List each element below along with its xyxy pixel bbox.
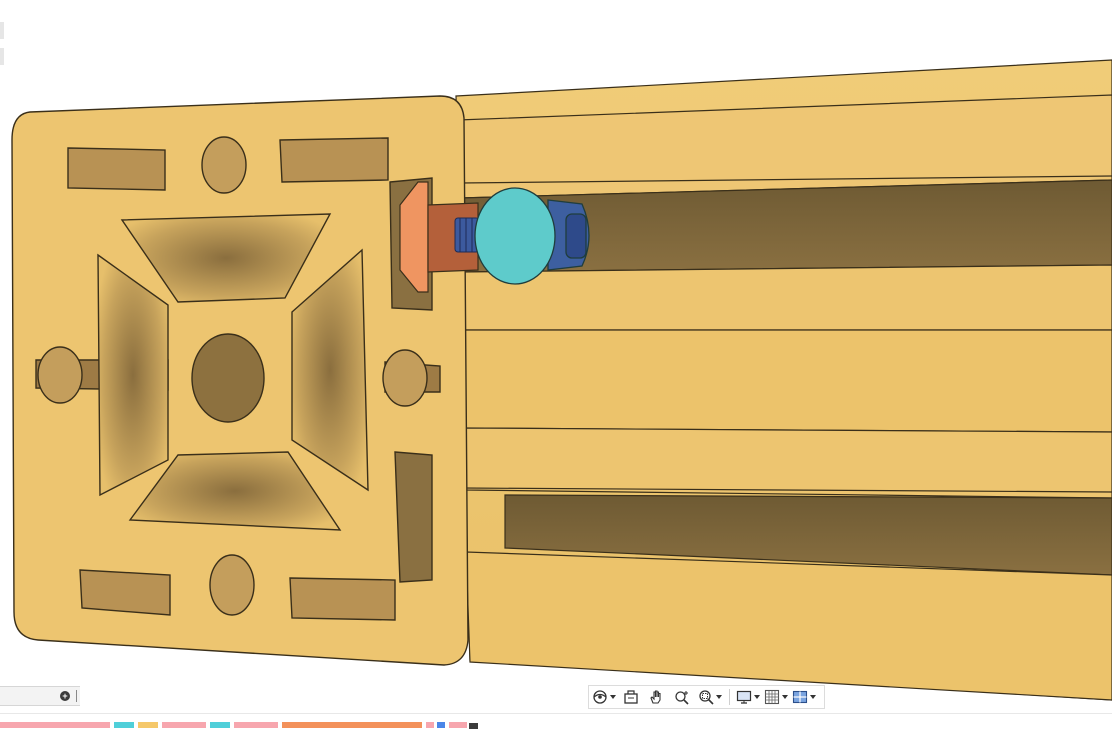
grid-snaps-button[interactable] [762,686,790,708]
toolbar-divider [729,689,730,705]
orbit-button[interactable] [589,686,619,708]
timeline-feature-sketch[interactable] [449,722,467,728]
chevron-down-icon [610,695,616,699]
timeline-feature-joint[interactable] [282,722,422,728]
model-canvas[interactable] [0,0,1112,729]
extrusion-rail[interactable] [455,59,1112,701]
look-at-button[interactable] [619,686,643,708]
pan-button[interactable] [643,686,669,708]
3d-viewport[interactable] [0,0,1112,729]
timeline-feature-body[interactable] [437,722,445,728]
timeline-feature-extrude[interactable] [114,722,134,728]
timeline-feature-sketch[interactable] [0,722,110,728]
timeline [0,713,1112,730]
orbit-icon [592,689,608,705]
chevron-down-icon [782,695,788,699]
viewports-icon [792,689,808,705]
zoom-window-icon [698,689,714,705]
zoom-button[interactable] [669,686,695,708]
chevron-down-icon [716,695,722,699]
display-icon [736,689,752,705]
display-settings-button[interactable] [734,686,762,708]
panel-grip-handle[interactable] [76,690,77,702]
pan-hand-icon [648,689,664,705]
timeline-feature-component[interactable] [138,722,158,728]
navigation-toolbar [588,685,825,709]
chevron-down-icon [754,695,760,699]
panel-collapse-tab[interactable] [0,22,4,39]
timeline-feature-sketch[interactable] [162,722,206,728]
timeline-marker[interactable] [469,723,478,729]
look-at-icon [623,689,639,705]
extrusion-profile-end[interactable] [11,95,469,666]
add-icon[interactable]: + [60,691,70,701]
grid-icon [764,689,780,705]
chevron-down-icon [810,695,816,699]
viewports-button[interactable] [790,686,818,708]
browser-panel-bar: + [0,686,80,706]
zoom-window-button[interactable] [695,686,725,708]
timeline-feature-sketch[interactable] [426,722,434,728]
timeline-feature-sketch[interactable] [234,722,278,728]
zoom-icon [674,689,690,705]
panel-collapse-tab[interactable] [0,48,4,65]
timeline-feature-extrude[interactable] [210,722,230,728]
